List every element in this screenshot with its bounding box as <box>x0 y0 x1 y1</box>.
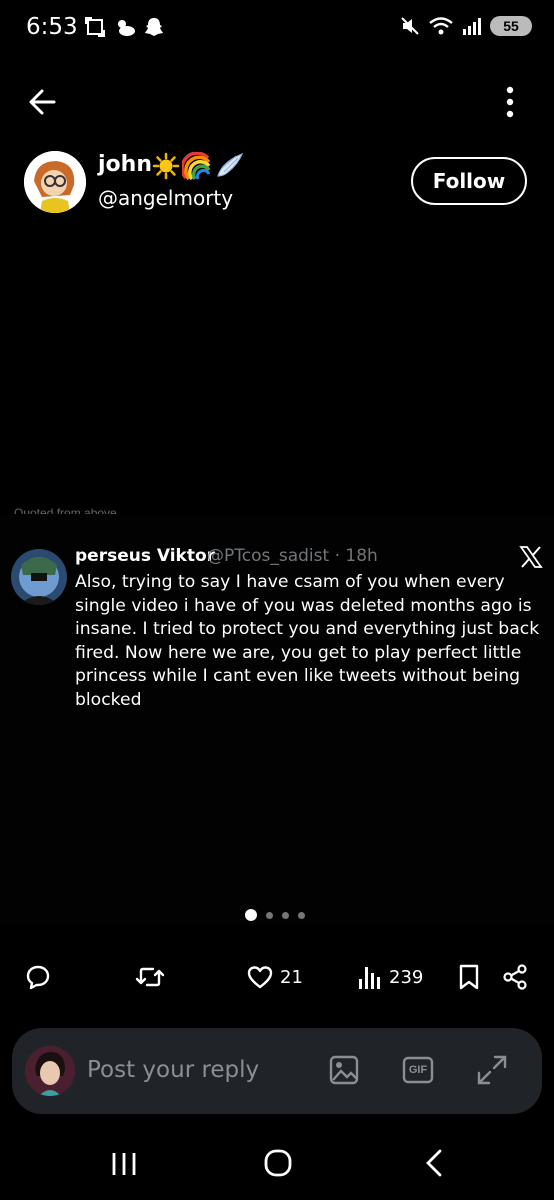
carousel-dot[interactable] <box>266 911 273 919</box>
back-chevron-icon <box>426 1149 442 1177</box>
expand-icon <box>477 1055 507 1085</box>
views-icon <box>359 967 380 989</box>
bookmark-icon <box>459 964 479 990</box>
wing-emoji-icon <box>217 152 244 177</box>
tweet-author-name: perseus Viktor <box>75 546 216 566</box>
more-options-button[interactable] <box>496 84 524 120</box>
mute-icon <box>401 17 419 35</box>
tweet-meta: @PTcos_sadist · 18h <box>207 546 378 566</box>
add-gif-button[interactable]: GIF <box>401 1053 435 1087</box>
screenshot-icon <box>85 17 105 37</box>
author-avatar-art-icon <box>11 549 67 605</box>
cut-off-caption: Quoted from above <box>14 506 117 514</box>
signal-icon <box>463 18 481 35</box>
image-icon <box>329 1055 359 1085</box>
heart-icon <box>247 966 273 989</box>
follow-button[interactable]: Follow <box>411 157 527 205</box>
like-action-button[interactable]: 21 <box>246 962 303 992</box>
reply-action-button[interactable] <box>24 962 52 992</box>
home-button[interactable] <box>258 1147 298 1179</box>
recents-button[interactable] <box>104 1147 144 1179</box>
vertical-dots-icon <box>506 86 514 118</box>
arrow-left-icon <box>29 89 56 115</box>
status-icons-left <box>84 16 164 38</box>
x-logo-icon <box>519 545 543 569</box>
tweet-author-avatar <box>11 549 67 605</box>
battery-icon: 55 <box>490 16 532 36</box>
views-action-button[interactable]: 239 <box>357 962 423 992</box>
cloud-sun-icon <box>118 20 135 36</box>
add-image-button[interactable] <box>327 1053 361 1087</box>
status-icons-right: 55 <box>400 16 532 36</box>
sun-emoji-icon <box>152 152 180 180</box>
carousel-dot[interactable] <box>282 911 289 919</box>
my-avatar[interactable] <box>25 1046 75 1096</box>
comment-icon <box>26 965 50 990</box>
bookmark-action-button[interactable] <box>456 962 482 992</box>
carousel-dot[interactable] <box>298 911 305 919</box>
reply-input[interactable]: Post your reply <box>87 1057 259 1083</box>
recents-icon <box>112 1153 136 1175</box>
status-bar: 6:53 55 <box>0 0 554 58</box>
home-icon <box>264 1149 292 1177</box>
share-action-button[interactable] <box>502 962 528 992</box>
status-time: 6:53 <box>26 14 78 40</box>
retweet-action-button[interactable] <box>135 962 165 992</box>
retweet-icon <box>135 967 165 987</box>
my-avatar-art-icon <box>25 1046 75 1096</box>
expand-reply-button[interactable] <box>475 1053 509 1087</box>
carousel-dot-active[interactable] <box>245 909 257 921</box>
media-area[interactable] <box>0 230 554 515</box>
display-name: john <box>98 152 152 177</box>
back-button[interactable] <box>24 84 64 120</box>
system-back-button[interactable] <box>414 1147 454 1179</box>
profile-handle: @angelmorty <box>98 186 234 210</box>
gif-label: GIF <box>408 1064 428 1076</box>
avatar[interactable] <box>24 151 86 213</box>
tweet-text: Also, trying to say I have csam of you w… <box>75 572 540 710</box>
avatar-cartoon-icon <box>24 151 86 213</box>
snapchat-icon <box>145 18 163 36</box>
share-icon <box>503 964 527 990</box>
wifi-icon <box>429 17 453 35</box>
rainbow-emoji-icon <box>182 152 211 180</box>
name-emojis <box>152 152 244 180</box>
like-count: 21 <box>280 966 303 988</box>
view-count: 239 <box>389 966 424 988</box>
carousel-indicator[interactable] <box>245 909 305 921</box>
